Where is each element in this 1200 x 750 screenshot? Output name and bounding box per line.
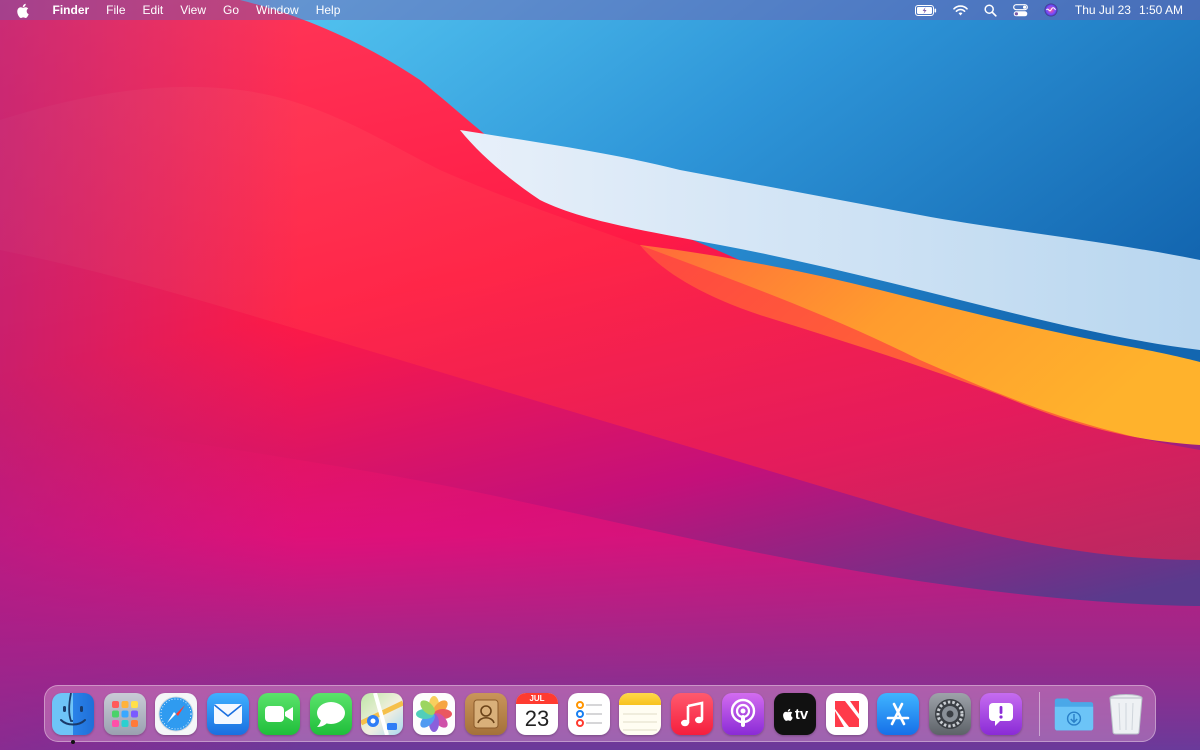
control-center-icon[interactable] bbox=[1013, 0, 1028, 20]
photos-icon bbox=[416, 696, 452, 732]
maps-icon bbox=[361, 693, 403, 735]
dock-app-news[interactable] bbox=[826, 693, 868, 735]
mail-icon bbox=[213, 704, 243, 724]
dock-separator bbox=[1039, 692, 1040, 736]
dock-app-podcasts[interactable] bbox=[722, 693, 764, 735]
dock-app-mail[interactable] bbox=[207, 693, 249, 735]
dock-app-finder[interactable] bbox=[52, 693, 94, 735]
dock-app-notes[interactable] bbox=[619, 693, 661, 735]
launchpad-icon bbox=[112, 701, 138, 727]
menu-help[interactable]: Help bbox=[307, 0, 349, 20]
menu-go[interactable]: Go bbox=[215, 0, 248, 20]
dock-app-reminders[interactable] bbox=[568, 693, 610, 735]
contacts-icon bbox=[473, 699, 499, 729]
reminders-icon bbox=[576, 701, 602, 727]
feedback-icon bbox=[989, 703, 1013, 726]
dock-app-music[interactable] bbox=[671, 693, 713, 735]
dock-app-calendar[interactable]: JUL 23 bbox=[516, 693, 558, 735]
menu-bar-clock[interactable]: Thu Jul 23 1:50 AM bbox=[1075, 0, 1183, 20]
calendar-month: JUL bbox=[529, 694, 545, 703]
dock-app-facetime[interactable] bbox=[258, 693, 300, 735]
news-icon bbox=[835, 701, 859, 727]
running-indicator-finder bbox=[71, 740, 75, 744]
dock-trash[interactable] bbox=[1105, 693, 1147, 735]
tv-label: tv bbox=[794, 705, 809, 723]
apple-menu-icon[interactable] bbox=[14, 0, 30, 20]
wallpaper bbox=[0, 0, 1200, 750]
clock-date: Thu Jul 23 bbox=[1074, 3, 1131, 17]
dock-app-tv[interactable]: tv bbox=[774, 693, 816, 735]
menu-window[interactable]: Window bbox=[248, 0, 308, 20]
calendar-day: 23 bbox=[524, 706, 550, 731]
trash-icon bbox=[1109, 694, 1143, 735]
app-menu-finder[interactable]: Finder bbox=[44, 0, 98, 20]
menu-bar: Finder File Edit View Go Window Help Thu… bbox=[0, 0, 1200, 20]
podcasts-icon bbox=[730, 698, 756, 727]
menu-file[interactable]: File bbox=[98, 0, 134, 20]
gear-icon bbox=[935, 699, 965, 729]
facetime-icon bbox=[265, 706, 293, 722]
desktop[interactable]: Finder File Edit View Go Window Help Thu… bbox=[0, 0, 1200, 750]
dock-app-feedback-assistant[interactable] bbox=[980, 693, 1022, 735]
music-icon bbox=[681, 701, 704, 727]
dock-app-messages[interactable] bbox=[310, 693, 352, 735]
wifi-icon[interactable] bbox=[953, 0, 968, 20]
dock-app-contacts[interactable] bbox=[465, 693, 507, 735]
dock-app-maps[interactable] bbox=[361, 693, 403, 735]
dock-app-photos[interactable] bbox=[413, 693, 455, 735]
dock-stack-downloads[interactable] bbox=[1053, 693, 1095, 735]
battery-icon[interactable] bbox=[914, 0, 937, 20]
safari-icon bbox=[158, 696, 194, 732]
dock-app-system-preferences[interactable] bbox=[929, 693, 971, 735]
notes-icon bbox=[623, 713, 657, 731]
finder-icon bbox=[60, 693, 86, 726]
siri-icon[interactable] bbox=[1044, 0, 1058, 20]
apple-logo-icon bbox=[782, 708, 793, 721]
dock-app-app-store[interactable] bbox=[877, 693, 919, 735]
messages-icon bbox=[317, 702, 345, 727]
menu-edit[interactable]: Edit bbox=[134, 0, 172, 20]
menu-view[interactable]: View bbox=[172, 0, 215, 20]
dock-app-safari[interactable] bbox=[155, 693, 197, 735]
spotlight-icon[interactable] bbox=[984, 0, 997, 20]
dock-app-launchpad[interactable] bbox=[104, 693, 146, 735]
clock-time: 1:50 AM bbox=[1138, 3, 1183, 17]
downloads-folder-icon bbox=[1054, 698, 1094, 731]
app-store-icon bbox=[886, 702, 910, 726]
